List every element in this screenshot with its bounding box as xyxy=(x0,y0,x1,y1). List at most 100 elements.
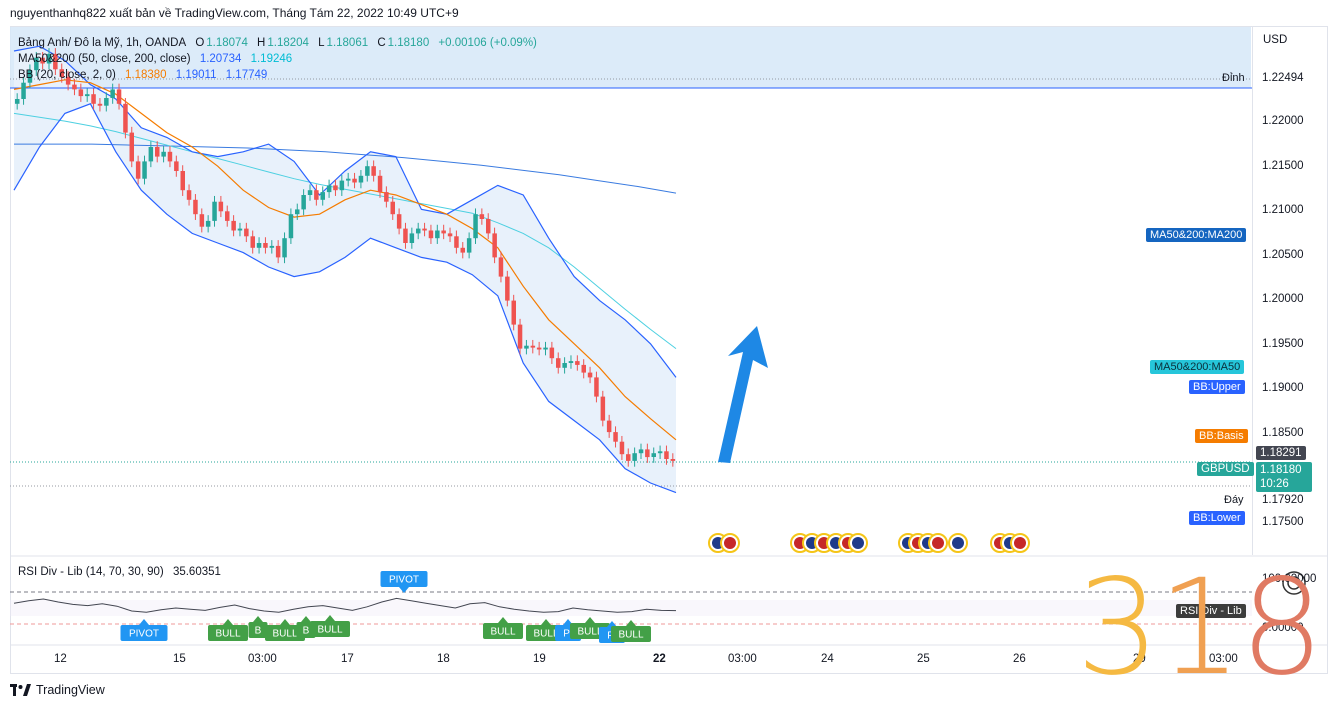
candle-body xyxy=(339,180,345,191)
ma50-tag: MA50&200:MA50 xyxy=(1150,360,1245,374)
candle-body xyxy=(155,147,160,157)
bb-legend-row[interactable]: BB (20, close, 2, 0) 1.18380 1.19011 1.1… xyxy=(18,67,539,83)
candle-body xyxy=(670,459,676,461)
rsi-title: RSI Div - Lib (14, 70, 30, 90) xyxy=(18,566,164,578)
candle-body xyxy=(638,449,644,454)
ohlc-close: 1.18180 xyxy=(387,37,430,49)
candle-body xyxy=(505,276,510,301)
candle-body xyxy=(568,361,574,363)
pivot-bottom-label-pointer xyxy=(139,619,149,625)
ohlc-open-label: O xyxy=(195,37,205,49)
candle-body xyxy=(231,220,236,231)
candle-body xyxy=(205,220,211,227)
candle-body xyxy=(606,420,612,433)
rsi-value: 35.60351 xyxy=(172,566,221,578)
bb-upper-legend-value: 1.19011 xyxy=(175,69,217,81)
candle-body xyxy=(199,214,205,227)
candle-body xyxy=(218,201,224,212)
candle-body xyxy=(104,98,109,106)
candle-body xyxy=(295,209,300,215)
bb-basis-legend-value: 1.18380 xyxy=(125,69,167,81)
candle-body xyxy=(301,195,306,210)
candle-body xyxy=(651,453,656,457)
pivot-bottom-label-text: PIVOT xyxy=(129,629,159,640)
time-label: 26 xyxy=(1013,653,1026,665)
price-tick: 1.22000 xyxy=(1262,115,1304,127)
bull-label-text: BULL xyxy=(618,630,643,641)
time-label: 03:00 xyxy=(248,653,277,665)
candle-body xyxy=(632,453,637,461)
candle-body xyxy=(390,201,395,215)
candle-body xyxy=(492,233,497,258)
candle-body xyxy=(21,82,26,99)
watermark-digit: 8 xyxy=(1239,551,1324,705)
ma200-legend-value: 1.19246 xyxy=(250,53,293,65)
last-price-value: 1.18180 xyxy=(1260,464,1302,476)
up-arrow-drawing xyxy=(718,326,768,463)
bull-label-pointer xyxy=(223,619,233,625)
price-tick: 1.20500 xyxy=(1262,249,1304,261)
candle-body xyxy=(250,236,255,248)
watermark-digit: 1 xyxy=(1157,551,1242,705)
candle-body xyxy=(314,190,319,200)
candle-body xyxy=(320,192,325,200)
last-price-tag: 1.18180 10:26 xyxy=(1256,462,1312,492)
ohlc-change: +0.00106 (+0.09%) xyxy=(438,37,537,49)
candle-body xyxy=(148,147,154,162)
candle-body xyxy=(600,396,606,421)
time-label: 19 xyxy=(533,653,546,665)
ohlc-low-label: L xyxy=(318,37,325,49)
candle-body xyxy=(619,441,625,455)
ma-legend-row[interactable]: MA50&200 (50, close, 200, close) 1.20734… xyxy=(18,51,539,67)
candle-body xyxy=(416,228,421,234)
candle-body xyxy=(333,185,338,191)
candle-body xyxy=(256,243,262,248)
candle-body xyxy=(263,243,268,248)
candle-body xyxy=(447,233,453,237)
bull-label-pointer xyxy=(498,617,508,623)
price-tick: 1.21000 xyxy=(1262,204,1304,216)
candle-body xyxy=(409,233,415,243)
price-tick: 1.19500 xyxy=(1262,338,1304,350)
candle-body xyxy=(473,214,478,239)
watermark-318: 318 xyxy=(1076,562,1324,694)
candle-body xyxy=(466,238,472,253)
symbol-legend-row[interactable]: Bảng Anh/ Đô la Mỹ, 1h, OANDA O 1.18074 H… xyxy=(18,35,539,51)
candle-body xyxy=(135,161,141,179)
candle-body xyxy=(97,103,103,106)
pivot-top-label-text: PIVOT xyxy=(389,575,419,586)
time-label: 12 xyxy=(54,653,67,665)
candle-body xyxy=(428,230,434,239)
ohlc-open: 1.18074 xyxy=(206,37,248,49)
candle-body xyxy=(282,238,287,258)
bull-label-text: BULL xyxy=(490,627,515,638)
rsi-legend[interactable]: RSI Div - Lib (14, 70, 30, 90) 35.60351 xyxy=(18,566,221,578)
candle-body xyxy=(237,228,243,231)
candle-body xyxy=(244,228,249,237)
candle-body xyxy=(517,324,523,349)
bull-label-pointer xyxy=(301,616,311,622)
candle-body xyxy=(562,363,567,368)
ohlc-high: 1.18204 xyxy=(267,37,309,49)
candle-body xyxy=(396,214,402,229)
candle-body xyxy=(626,454,631,461)
price-tick: 1.20000 xyxy=(1262,293,1304,305)
pivot-top-label-pointer xyxy=(399,587,409,593)
candle-body xyxy=(15,99,20,104)
candle-body xyxy=(441,230,446,234)
bb-basis-tag: BB:Basis xyxy=(1195,429,1248,443)
candle-body xyxy=(479,214,485,219)
bull-label-pointer xyxy=(626,620,636,626)
candle-body xyxy=(110,89,115,98)
ohlc-close-label: C xyxy=(377,37,386,49)
candle-body xyxy=(575,361,580,365)
candle-body xyxy=(486,219,491,234)
candle-body xyxy=(180,171,185,191)
crosshair-price-tag: 1.18291 xyxy=(1256,446,1306,460)
footer-brand[interactable]: TradingView xyxy=(10,683,105,697)
candle-body xyxy=(275,245,281,258)
chart-legend: Bảng Anh/ Đô la Mỹ, 1h, OANDA O 1.18074 H… xyxy=(18,35,539,83)
candle-body xyxy=(371,166,376,176)
price-tick: 1.18500 xyxy=(1262,427,1304,439)
ohlc-low: 1.18061 xyxy=(326,37,369,49)
